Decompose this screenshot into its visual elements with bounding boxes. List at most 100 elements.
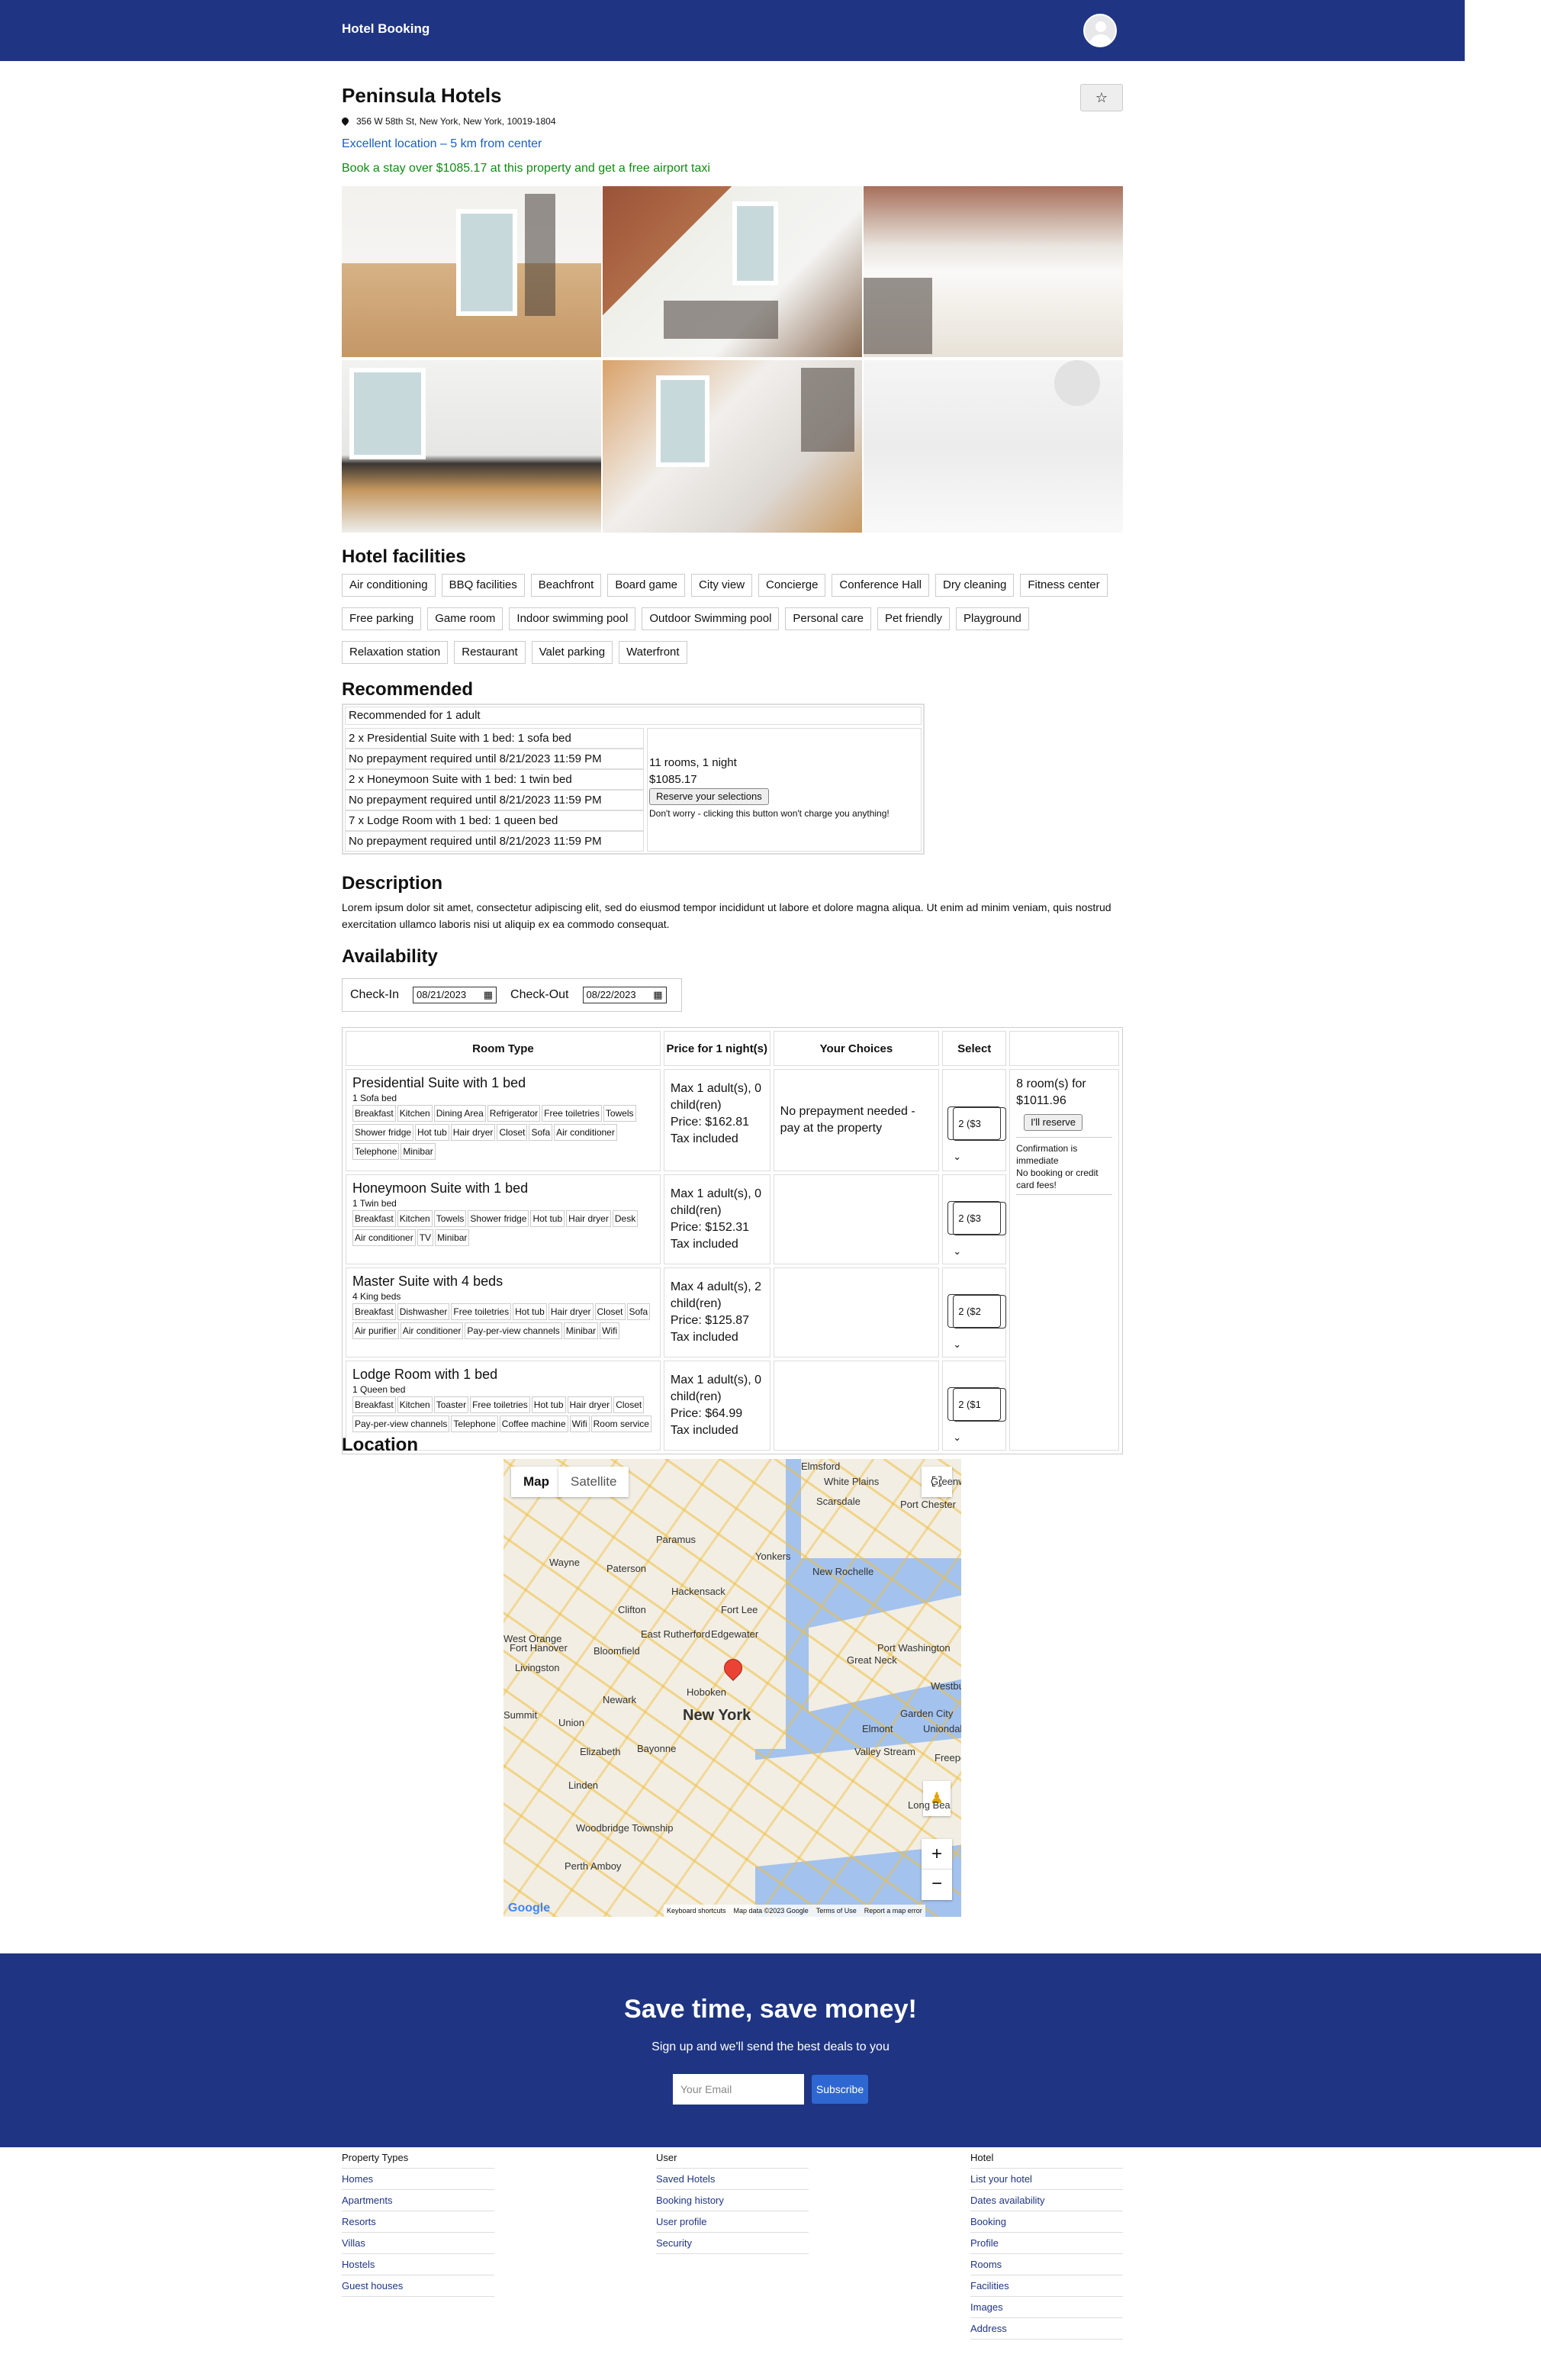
star-icon: ☆	[1095, 90, 1108, 105]
map-place-label: Elizabeth	[580, 1746, 621, 1757]
footer-link[interactable]: Rooms	[970, 2254, 1123, 2275]
map-place-label: Westbury	[931, 1680, 961, 1692]
zoom-in-button[interactable]: +	[922, 1839, 952, 1870]
room-quantity-select[interactable]: 2 ($1 ⌄	[947, 1387, 1007, 1443]
facility-tag: Playground	[956, 607, 1029, 630]
recommended-prepay: No prepayment required until 8/21/2023 1…	[345, 790, 644, 810]
recommended-room: 7 x Lodge Room with 1 bed: 1 queen bed	[345, 810, 644, 831]
subscribe-button[interactable]: Subscribe	[812, 2075, 868, 2104]
map-place-label: Garden City	[900, 1708, 954, 1719]
map-place-label: Fort Hanover	[510, 1642, 568, 1654]
recommended-price: $1085.17	[649, 773, 697, 786]
room-price: Price: $125.87	[670, 1314, 750, 1327]
amenity-tag: Toaster	[433, 1396, 469, 1413]
gallery-photo[interactable]	[342, 186, 601, 357]
gallery-photo[interactable]	[603, 186, 862, 357]
taxi-offer: Book a stay over $1085.17 at this proper…	[342, 162, 710, 175]
amenity-tag: Air purifier	[352, 1322, 399, 1339]
footer-link[interactable]: Guest houses	[342, 2275, 494, 2297]
checkin-input[interactable]: 08/21/2023 ▦	[413, 987, 497, 1003]
street-view-icon[interactable]: ♟	[923, 1781, 951, 1816]
footer-link[interactable]: Booking history	[656, 2190, 809, 2211]
gallery-photo[interactable]	[342, 360, 601, 533]
footer-link[interactable]: Profile	[970, 2233, 1123, 2254]
room-name[interactable]: Presidential Suite with 1 bed	[352, 1074, 654, 1091]
brand-logo[interactable]: Hotel Booking	[342, 21, 429, 37]
map-place-label: Port Washington	[877, 1642, 951, 1654]
footer-link[interactable]: Address	[970, 2318, 1123, 2340]
footer-link[interactable]: Homes	[342, 2169, 494, 2190]
room-quantity-select[interactable]: 2 ($3 ⌄	[947, 1106, 1007, 1162]
map-place-label: Port Chester	[900, 1499, 956, 1510]
footer-link[interactable]: Saved Hotels	[656, 2169, 809, 2190]
map-place-label: Bayonne	[637, 1743, 677, 1754]
map-place-label: New Rochelle	[812, 1566, 874, 1577]
column-header: Your Choices	[773, 1031, 940, 1066]
map-place-label: Great Neck	[847, 1654, 897, 1666]
amenity-tag: Air conditioner	[554, 1124, 617, 1141]
user-avatar-icon[interactable]	[1083, 14, 1117, 47]
amenity-tag: Minibar	[401, 1143, 436, 1160]
keyboard-shortcuts-link[interactable]: Keyboard shortcuts	[667, 1905, 726, 1917]
gallery-photo[interactable]	[864, 186, 1123, 357]
map-place-label: Union	[558, 1717, 584, 1728]
amenity-tag: Hair dryer	[450, 1124, 496, 1141]
gallery-photo[interactable]	[864, 360, 1123, 533]
footer-link[interactable]: Resorts	[342, 2211, 494, 2233]
calendar-icon: ▦	[483, 989, 494, 1000]
amenity-tag: Kitchen	[397, 1210, 433, 1227]
facility-tag: Relaxation station	[342, 641, 449, 664]
google-logo: Google	[508, 1902, 551, 1915]
report-error-link[interactable]: Report a map error	[864, 1905, 922, 1917]
zoom-controls: + −	[922, 1839, 952, 1900]
zoom-out-button[interactable]: −	[922, 1870, 952, 1900]
footer-link[interactable]: Booking	[970, 2211, 1123, 2233]
checkout-input[interactable]: 08/22/2023 ▦	[582, 987, 667, 1003]
description-text: Lorem ipsum dolor sit amet, consectetur …	[342, 901, 1112, 930]
satellite-tab[interactable]: Satellite	[558, 1467, 629, 1497]
amenity-tag: Closet	[613, 1396, 645, 1413]
room-amenities: Breakfast Kitchen Toaster Free toiletries Ho…	[352, 1396, 654, 1432]
room-price: Price: $162.81	[670, 1116, 750, 1129]
room-quantity-select[interactable]: 2 ($2 ⌄	[947, 1294, 1007, 1350]
amenity-tag: Breakfast	[352, 1396, 396, 1413]
amenity-tag: Dishwasher	[397, 1303, 450, 1320]
footer-link[interactable]: List your hotel	[970, 2169, 1123, 2190]
footer-link[interactable]: Security	[656, 2233, 809, 2254]
room-name[interactable]: Master Suite with 4 beds	[352, 1273, 654, 1290]
map-tab[interactable]: Map	[511, 1467, 561, 1497]
terms-link[interactable]: Terms of Use	[816, 1905, 857, 1917]
map-place-label: Elmont	[862, 1723, 893, 1734]
footer-link[interactable]: Images	[970, 2297, 1123, 2318]
room-name[interactable]: Lodge Room with 1 bed	[352, 1366, 654, 1383]
location-map[interactable]: Map Satellite ⛶ ♟ + − Elmsford White Plai…	[503, 1459, 961, 1917]
footer-heading: User	[656, 2147, 809, 2169]
facilities-list: Air conditioning BBQ facilities Beachfront…	[342, 574, 1123, 664]
reserve-selections-button[interactable]: Reserve your selections	[649, 788, 769, 805]
room-name[interactable]: Honeymoon Suite with 1 bed	[352, 1180, 654, 1196]
footer-link[interactable]: Apartments	[342, 2190, 494, 2211]
email-input[interactable]: Your Email	[673, 2074, 804, 2105]
room-quantity-select[interactable]: 2 ($3 ⌄	[947, 1201, 1007, 1257]
footer-link[interactable]: Hostels	[342, 2254, 494, 2275]
footer-link[interactable]: Villas	[342, 2233, 494, 2254]
amenity-tag: Free toiletries	[451, 1303, 512, 1320]
location-note: Excellent location – 5 km from center	[342, 137, 542, 150]
recommended-room: 2 x Presidential Suite with 1 bed: 1 sof…	[345, 728, 644, 749]
amenity-tag: Breakfast	[352, 1105, 396, 1122]
amenity-tag: Kitchen	[397, 1396, 433, 1413]
footer-link[interactable]: User profile	[656, 2211, 809, 2233]
footer-heading: Hotel	[970, 2147, 1123, 2169]
reserve-summary: 8 room(s) for $1011.96	[1016, 1077, 1086, 1107]
amenity-tag: Air conditioner	[400, 1322, 464, 1339]
footer-link[interactable]: Dates availability	[970, 2190, 1123, 2211]
map-place-label: Freepo	[935, 1752, 961, 1763]
room-choice	[773, 1361, 940, 1451]
room-bed: 1 Sofa bed	[352, 1093, 397, 1103]
gallery-photo[interactable]	[603, 360, 862, 533]
footer-link[interactable]: Facilities	[970, 2275, 1123, 2297]
footer-column-property-types: Property Types Homes Apartments Resorts Vill…	[342, 2147, 494, 2297]
favorite-button[interactable]: ☆	[1080, 84, 1123, 111]
amenity-tag: Towels	[603, 1105, 636, 1122]
ill-reserve-button[interactable]: I'll reserve	[1024, 1114, 1083, 1131]
